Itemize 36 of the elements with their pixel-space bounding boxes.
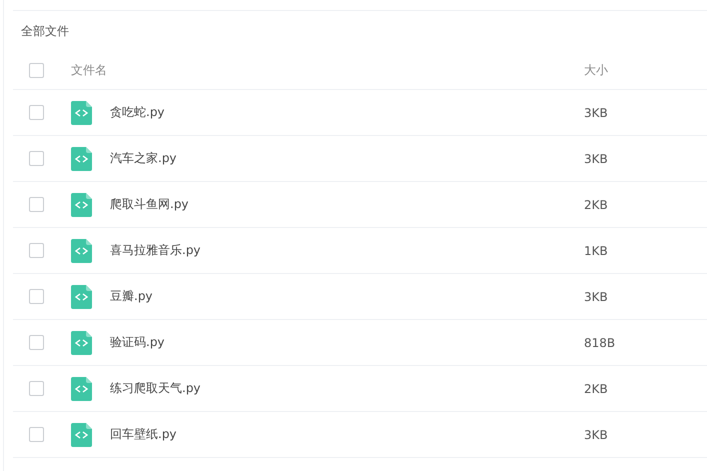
- file-name[interactable]: 贪吃蛇.py: [110, 104, 584, 121]
- code-file-icon: [71, 146, 92, 170]
- row-checkbox[interactable]: [29, 289, 44, 304]
- select-all-checkbox[interactable]: [29, 62, 44, 78]
- file-size: 3KB: [584, 152, 609, 166]
- code-file-icon: [71, 192, 92, 216]
- file-size: 818B: [584, 336, 616, 350]
- row-checkbox[interactable]: [29, 151, 44, 166]
- column-header: 大小: [584, 62, 609, 78]
- code-file-icon: [71, 330, 92, 354]
- row-checkbox[interactable]: [29, 427, 44, 442]
- code-file-icon: [71, 238, 92, 262]
- breadcrumb[interactable]: 全部文件: [21, 23, 69, 39]
- code-file-icon: [71, 376, 92, 400]
- row-checkbox[interactable]: [29, 105, 44, 120]
- file-size: 3KB: [584, 290, 609, 304]
- file-name[interactable]: 豆瓣.py: [110, 288, 584, 305]
- code-file-icon: [71, 284, 92, 308]
- file-name[interactable]: 验证码.py: [110, 334, 584, 351]
- file-name[interactable]: 喜马拉雅音乐.py: [110, 242, 584, 259]
- code-file-icon: [71, 422, 92, 446]
- row-checkbox[interactable]: [29, 381, 44, 396]
- column-header: 文件名: [71, 62, 108, 78]
- row-checkbox[interactable]: [29, 335, 44, 350]
- file-name[interactable]: 汽车之家.py: [110, 150, 584, 167]
- file-name[interactable]: 练习爬取天气.py: [110, 380, 584, 397]
- code-file-icon: [71, 100, 92, 124]
- file-size: 2KB: [584, 382, 609, 396]
- file-name[interactable]: 爬取斗鱼网.py: [110, 196, 584, 213]
- file-name[interactable]: 回车壁纸.py: [110, 426, 584, 443]
- row-checkbox[interactable]: [29, 243, 44, 258]
- file-size: 1KB: [584, 244, 609, 258]
- file-size: 3KB: [584, 106, 609, 120]
- row-checkbox[interactable]: [29, 197, 44, 212]
- file-size: 2KB: [584, 198, 609, 212]
- file-size: 3KB: [584, 428, 609, 442]
